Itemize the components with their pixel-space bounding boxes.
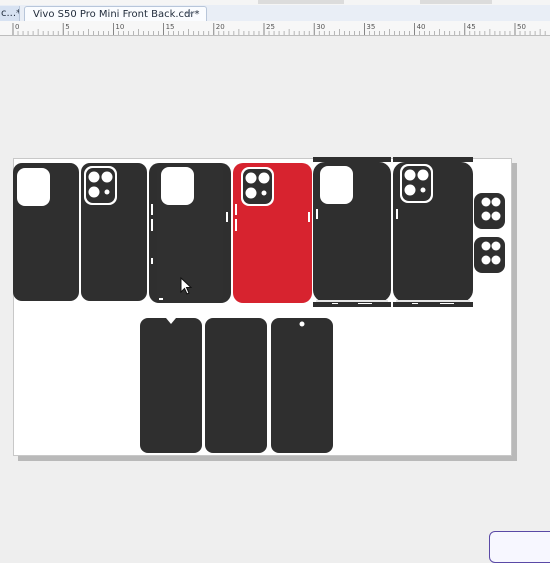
camera-ring-skin[interactable] [474, 193, 505, 229]
full-wrap-skin-plain[interactable] [313, 157, 391, 307]
full-wrap-skin-camera[interactable] [393, 157, 473, 307]
artwork-layer [13, 157, 505, 453]
camera-ring-skin[interactable] [474, 237, 505, 273]
front-skin-notch[interactable] [140, 318, 202, 453]
back-skin-plain[interactable] [13, 163, 79, 301]
corner-panel[interactable] [489, 531, 550, 563]
back-skin-wrap-red[interactable] [233, 163, 312, 303]
front-skin-plain[interactable] [205, 318, 267, 453]
arrow-pointer-icon [180, 277, 193, 295]
front-skin-punch-hole[interactable] [271, 318, 333, 453]
back-skin-camera[interactable] [81, 163, 147, 301]
